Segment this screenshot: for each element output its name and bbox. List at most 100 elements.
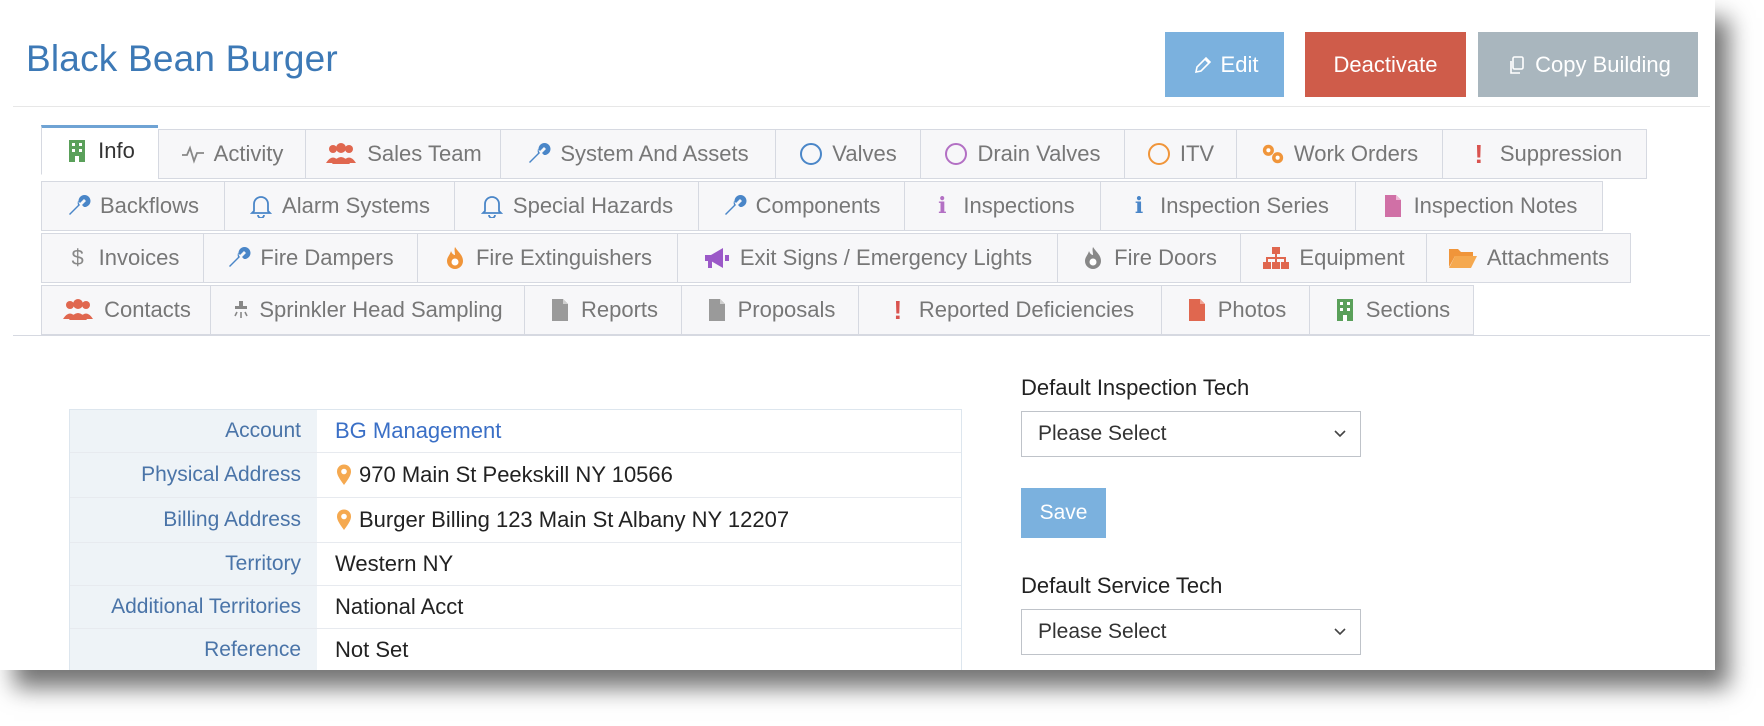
tab-label: Invoices	[98, 245, 180, 270]
map-marker-icon	[335, 507, 353, 533]
tab-label: Sales Team	[367, 141, 482, 166]
tab-reported-deficiencies[interactable]: ! Reported Deficiencies	[858, 285, 1161, 335]
file-icon	[1381, 193, 1405, 219]
info-value: Burger Billing 123 Main St Albany NY 122…	[317, 498, 961, 542]
tab-info[interactable]: Info	[41, 125, 158, 175]
building-icon	[65, 138, 89, 164]
chevron-down-icon	[1332, 421, 1348, 447]
tab-special-hazards[interactable]: Special Hazards	[454, 181, 698, 231]
tab-label: Suppression	[1499, 141, 1623, 166]
tab-label: ITV	[1179, 141, 1215, 166]
tab-label: Info	[98, 138, 135, 163]
tab-suppression[interactable]: ! Suppression	[1442, 129, 1647, 179]
tab-sections[interactable]: Sections	[1309, 285, 1474, 335]
info-row-reference: Reference Not Set	[70, 629, 961, 670]
tab-label: Work Orders	[1293, 141, 1419, 166]
pencil-icon	[1191, 52, 1215, 78]
tab-label: Photos	[1217, 297, 1287, 322]
tab-label: Activity	[213, 141, 284, 166]
tab-inspections[interactable]: i Inspections	[904, 181, 1100, 231]
info-label: Account	[70, 410, 317, 452]
edit-button[interactable]: Edit	[1165, 32, 1284, 97]
fire-icon	[1081, 245, 1105, 271]
bell-icon	[249, 193, 273, 219]
tab-system-and-assets[interactable]: System And Assets	[500, 129, 775, 179]
tab-work-orders[interactable]: Work Orders	[1236, 129, 1442, 179]
building-page: Black Bean Burger Edit Deactivate Copy B…	[0, 0, 1715, 670]
tab-fire-dampers[interactable]: Fire Dampers	[203, 233, 417, 283]
map-marker-icon	[335, 462, 353, 488]
tab-sprinkler-head-sampling[interactable]: Sprinkler Head Sampling	[210, 285, 524, 335]
tab-label: Proposals	[737, 297, 836, 322]
tab-inspection-series[interactable]: i Inspection Series	[1100, 181, 1355, 231]
tab-activity[interactable]: Activity	[158, 129, 305, 179]
tab-itv[interactable]: ITV	[1124, 129, 1236, 179]
info-label: Billing Address	[70, 498, 317, 542]
info-label: Reference	[70, 629, 317, 670]
wrench-icon	[227, 245, 251, 271]
info-row-billing-address: Billing Address Burger Billing 123 Main …	[70, 498, 961, 543]
default-inspection-tech-select[interactable]: Please Select	[1021, 411, 1361, 457]
tab-fire-doors[interactable]: Fire Doors	[1057, 233, 1240, 283]
tab-label: Valves	[832, 141, 897, 166]
info-icon: i	[938, 193, 947, 219]
tab-label: Sprinkler Head Sampling	[259, 297, 503, 322]
wrench-icon	[67, 193, 91, 219]
tab-label: Sections	[1365, 297, 1451, 322]
tab-drain-valves[interactable]: Drain Valves	[920, 129, 1124, 179]
file-icon	[548, 297, 572, 323]
wrench-icon	[527, 141, 551, 167]
tab-fire-extinguishers[interactable]: Fire Extinguishers	[417, 233, 677, 283]
info-value: 970 Main St Peekskill NY 10566	[317, 453, 961, 497]
tab-attachments[interactable]: Attachments	[1426, 233, 1631, 283]
default-service-tech-select[interactable]: Please Select	[1021, 609, 1361, 655]
tab-alarm-systems[interactable]: Alarm Systems	[224, 181, 454, 231]
circle-icon	[1147, 141, 1171, 167]
info-value: National Acct	[335, 594, 464, 619]
tab-label: Backflows	[99, 193, 200, 218]
circle-icon	[799, 141, 823, 167]
tab-backflows[interactable]: Backflows	[41, 181, 224, 231]
tab-exit-signs[interactable]: Exit Signs / Emergency Lights	[677, 233, 1057, 283]
users-icon	[61, 297, 95, 323]
sitemap-icon	[1262, 245, 1290, 271]
header-divider	[13, 106, 1710, 107]
deactivate-button[interactable]: Deactivate	[1305, 32, 1466, 97]
building-icon	[1333, 297, 1357, 323]
tab-label: Components	[755, 193, 881, 218]
info-row-territory: Territory Western NY	[70, 543, 961, 586]
exclamation-icon: !	[893, 295, 903, 325]
gears-icon	[1261, 141, 1285, 167]
account-link[interactable]: BG Management	[317, 410, 961, 452]
copy-building-button-label: Copy Building	[1535, 51, 1671, 77]
exclamation-icon: !	[1474, 139, 1484, 169]
tab-photos[interactable]: Photos	[1161, 285, 1309, 335]
tab-equipment[interactable]: Equipment	[1240, 233, 1426, 283]
edit-button-label: Edit	[1220, 51, 1259, 77]
tab-reports[interactable]: Reports	[524, 285, 681, 335]
tab-label: Fire Doors	[1114, 245, 1217, 270]
tab-valves[interactable]: Valves	[775, 129, 920, 179]
tab-label: Inspection Series	[1160, 193, 1329, 218]
tab-label: Inspections	[963, 193, 1075, 218]
tab-label: Reports	[580, 297, 659, 322]
tab-label: Fire Extinguishers	[475, 245, 653, 270]
default-inspection-tech-label: Default Inspection Tech	[1021, 375, 1250, 400]
tab-proposals[interactable]: Proposals	[681, 285, 858, 335]
tab-invoices[interactable]: $ Invoices	[41, 233, 203, 283]
tab-label: System And Assets	[560, 141, 749, 166]
info-row-additional-territories: Additional Territories National Acct	[70, 586, 961, 629]
info-value: Not Set	[335, 637, 409, 662]
info-value: Western NY	[335, 551, 454, 576]
tab-contacts[interactable]: Contacts	[41, 285, 210, 335]
folder-open-icon	[1448, 245, 1478, 271]
tab-inspection-notes[interactable]: Inspection Notes	[1355, 181, 1603, 231]
save-button[interactable]: Save	[1021, 488, 1106, 538]
select-value: Please Select	[1038, 422, 1167, 445]
copy-building-button[interactable]: Copy Building	[1478, 32, 1698, 97]
tab-sales-team[interactable]: Sales Team	[305, 129, 500, 179]
info-label: Physical Address	[70, 453, 317, 497]
tab-components[interactable]: Components	[698, 181, 904, 231]
file-icon	[705, 297, 729, 323]
tab-label: Contacts	[104, 297, 191, 322]
